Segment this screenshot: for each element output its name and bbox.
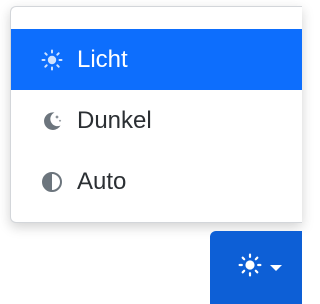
theme-toggle-content (238, 253, 282, 282)
circle-half-icon (41, 171, 63, 193)
chevron-down-icon (270, 264, 282, 271)
theme-option-dark[interactable]: Dunkel (11, 90, 302, 151)
theme-option-light[interactable]: Licht (11, 29, 302, 90)
moon-stars-icon (41, 110, 63, 132)
theme-option-light-label: Licht (77, 45, 128, 73)
sun-icon (238, 253, 262, 282)
theme-option-auto-label: Auto (77, 167, 127, 195)
theme-menu-list: Licht Dunkel Auto (11, 29, 302, 212)
theme-option-auto[interactable]: Auto (11, 151, 302, 212)
stage: Licht Dunkel Auto (0, 0, 302, 304)
theme-dropdown-menu: Licht Dunkel Auto (10, 6, 302, 223)
theme-toggle-button[interactable] (210, 231, 302, 304)
theme-option-dark-label: Dunkel (77, 106, 152, 134)
sun-icon (41, 49, 63, 71)
